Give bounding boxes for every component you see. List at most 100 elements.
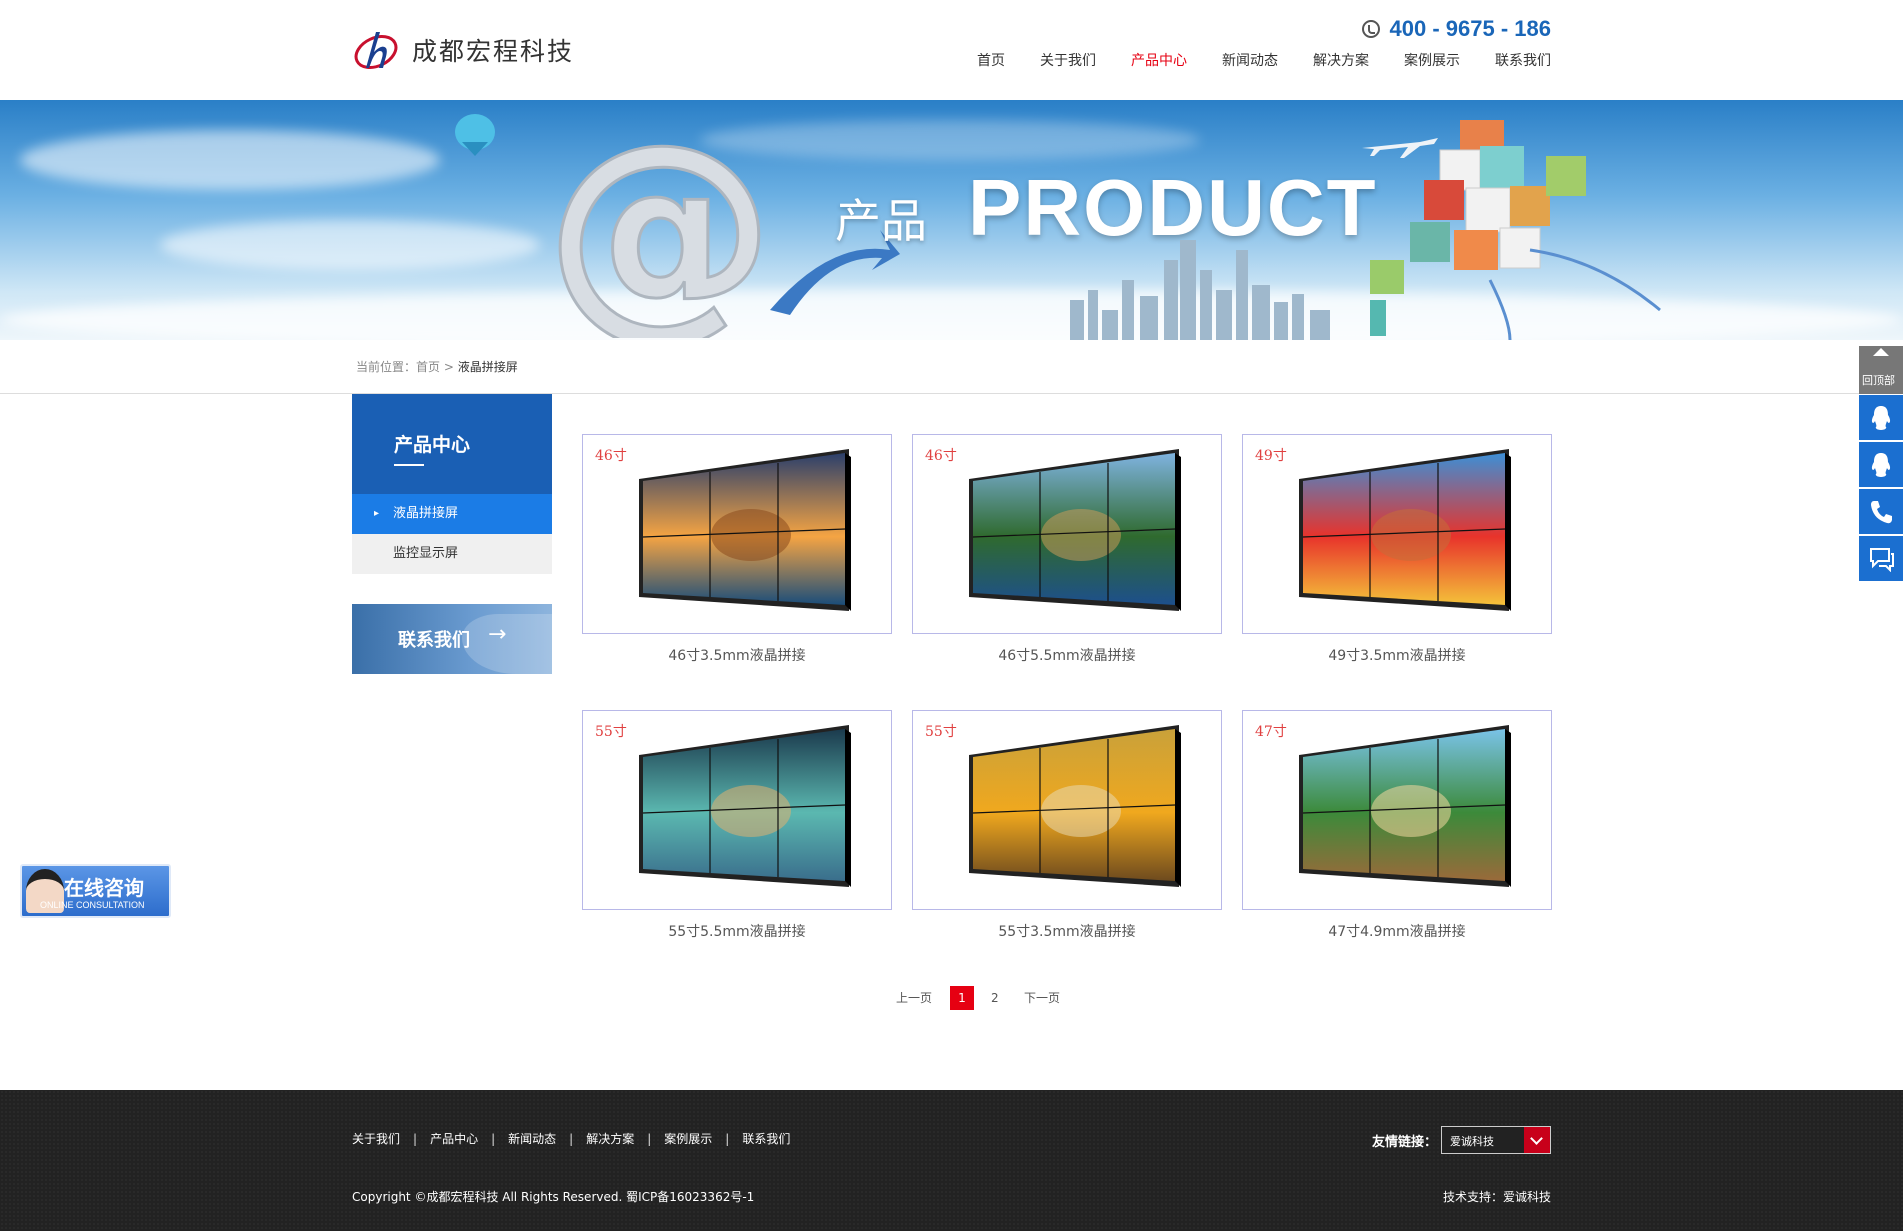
pager-page-1[interactable]: 1	[950, 986, 974, 1010]
pagination: 上一页 1 2 下一页	[0, 986, 1903, 1010]
footer-link-news[interactable]: 新闻动态	[508, 1132, 556, 1146]
qq-button-2[interactable]	[1859, 441, 1903, 487]
nav-cases[interactable]: 案例展示	[1404, 50, 1460, 70]
cloud-decoration	[160, 220, 540, 270]
footer-separator: |	[569, 1132, 574, 1146]
logo-mark-icon	[354, 32, 398, 69]
at-sign-icon: @	[545, 118, 777, 338]
video-wall-image	[639, 449, 851, 611]
sidebar-header: 产品中心	[352, 394, 552, 494]
back-to-top-button[interactable]: 回顶部	[1859, 346, 1903, 394]
product-name[interactable]: 55寸3.5mm液晶拼接	[912, 921, 1222, 941]
product-name[interactable]: 49寸3.5mm液晶拼接	[1242, 645, 1552, 665]
footer-link-contact[interactable]: 联系我们	[742, 1132, 790, 1146]
breadcrumb-prefix: 当前位置：	[356, 360, 417, 374]
footer-link-products[interactable]: 产品中心	[430, 1132, 478, 1146]
sidebar-item-monitor-display[interactable]: 监控显示屏	[352, 534, 552, 574]
nav-products[interactable]: 产品中心	[1131, 50, 1187, 70]
qq-icon	[1871, 453, 1891, 477]
logo[interactable]: 成都宏程科技	[352, 24, 574, 76]
contact-us-label: 联系我们	[398, 630, 470, 651]
video-wall-image	[969, 449, 1181, 611]
product-size-tag: 49寸	[1255, 448, 1287, 464]
city-skyline-decoration	[1070, 240, 1330, 340]
breadcrumb-home-link[interactable]: 首页	[416, 360, 440, 374]
phone-icon	[1361, 20, 1380, 38]
product-size-tag: 46寸	[925, 448, 957, 464]
friend-links: 友情链接： 爱诚科技	[1372, 1126, 1551, 1154]
product-card[interactable]: 46寸	[582, 434, 892, 634]
logo-text: 成都宏程科技	[412, 37, 575, 66]
breadcrumb-separator: >	[443, 360, 454, 374]
friend-links-select[interactable]: 爱诚科技	[1441, 1126, 1551, 1154]
chat-bubble-icon	[1870, 548, 1894, 572]
qq-icon	[1871, 406, 1891, 430]
product-card[interactable]: 47寸	[1242, 710, 1552, 910]
phone-handset-icon	[1871, 501, 1892, 524]
product-name[interactable]: 46寸5.5mm液晶拼接	[912, 645, 1222, 665]
footer-separator: |	[491, 1132, 496, 1146]
nav-news[interactable]: 新闻动态	[1222, 50, 1278, 70]
qq-button-1[interactable]	[1859, 394, 1903, 440]
online-consult-button[interactable]: 在线咨询 ONLINE CONSULTATION	[20, 864, 171, 918]
sidebar-item-lcd-splicing[interactable]: 液晶拼接屏	[352, 494, 552, 534]
product-name[interactable]: 55寸5.5mm液晶拼接	[582, 921, 892, 941]
phone-button[interactable]	[1859, 488, 1903, 534]
hotline-number: 400 - 9675 - 186	[1389, 16, 1551, 41]
product-size-tag: 55寸	[595, 724, 627, 740]
nav-solutions[interactable]: 解决方案	[1313, 50, 1369, 70]
consult-subtitle: ONLINE CONSULTATION	[40, 900, 145, 910]
breadcrumb: 当前位置：首页 > 液晶拼接屏	[356, 358, 518, 375]
footer-link-solutions[interactable]: 解决方案	[586, 1132, 634, 1146]
svg-text:@: @	[545, 118, 775, 338]
video-wall-image	[1299, 725, 1511, 887]
product-size-tag: 47寸	[1255, 724, 1287, 740]
product-card[interactable]: 49寸	[1242, 434, 1552, 634]
sidebar-title-underline	[394, 464, 424, 466]
footer-separator: |	[647, 1132, 652, 1146]
video-wall-image	[1299, 449, 1511, 611]
site-footer: 关于我们 | 产品中心 | 新闻动态 | 解决方案 | 案例展示 | 联系我们 友情链接： 爱诚科技…	[0, 1090, 1903, 1231]
product-card[interactable]: 55寸	[582, 710, 892, 910]
footer-link-cases[interactable]: 案例展示	[664, 1132, 712, 1146]
product-size-tag: 46寸	[595, 448, 627, 464]
arrow-right-icon: →	[488, 622, 507, 647]
cubes-decoration	[1370, 120, 1661, 340]
hotline: 400 - 9675 - 186	[1361, 16, 1551, 42]
nav-home[interactable]: 首页	[977, 50, 1005, 70]
consult-title: 在线咨询	[64, 876, 144, 900]
sidebar-title: 产品中心	[394, 434, 471, 456]
nav-about[interactable]: 关于我们	[1040, 50, 1096, 70]
pager-next[interactable]: 下一页	[1024, 986, 1060, 1010]
message-button[interactable]	[1859, 535, 1903, 581]
friend-links-value: 爱诚科技	[1450, 1135, 1494, 1148]
cloud-decoration	[20, 130, 440, 190]
pager-prev[interactable]: 上一页	[896, 986, 932, 1010]
copyright: Copyright ©成都宏程科技 All Rights Reserved. 蜀…	[352, 1190, 755, 1204]
nav-contact[interactable]: 联系我们	[1495, 50, 1551, 70]
tech-support[interactable]: 技术支持：爱诚科技	[1443, 1188, 1551, 1205]
main-nav: 首页 关于我们 产品中心 新闻动态 解决方案 案例展示 联系我们	[942, 50, 1551, 70]
chevron-down-icon[interactable]	[1524, 1127, 1550, 1153]
back-to-top-label: 回顶部	[1862, 374, 1895, 387]
handshake-decoration	[462, 614, 552, 674]
breadcrumb-current[interactable]: 液晶拼接屏	[458, 360, 518, 374]
product-size-tag: 55寸	[925, 724, 957, 740]
product-card[interactable]: 55寸	[912, 710, 1222, 910]
product-name[interactable]: 46寸3.5mm液晶拼接	[582, 645, 892, 665]
video-wall-image	[639, 725, 851, 887]
friend-links-label: 友情链接：	[1371, 1134, 1437, 1150]
contact-us-button[interactable]: 联系我们 →	[352, 604, 552, 674]
banner-title-cn: 产品	[835, 194, 927, 248]
product-banner: @ 产品 PRODUCT	[0, 100, 1903, 340]
footer-separator: |	[725, 1132, 730, 1146]
footer-link-about[interactable]: 关于我们	[352, 1132, 400, 1146]
video-wall-image	[969, 725, 1181, 887]
site-header: 成都宏程科技 400 - 9675 - 186 首页 关于我们 产品中心 新闻动…	[0, 0, 1903, 100]
product-name[interactable]: 47寸4.9mm液晶拼接	[1242, 921, 1552, 941]
pager-page-2[interactable]: 2	[991, 986, 999, 1010]
breadcrumb-bar: 当前位置：首页 > 液晶拼接屏	[0, 340, 1903, 394]
balloon-icon	[455, 114, 495, 156]
footer-links: 关于我们 | 产品中心 | 新闻动态 | 解决方案 | 案例展示 | 联系我们	[352, 1130, 790, 1147]
product-card[interactable]: 46寸	[912, 434, 1222, 634]
